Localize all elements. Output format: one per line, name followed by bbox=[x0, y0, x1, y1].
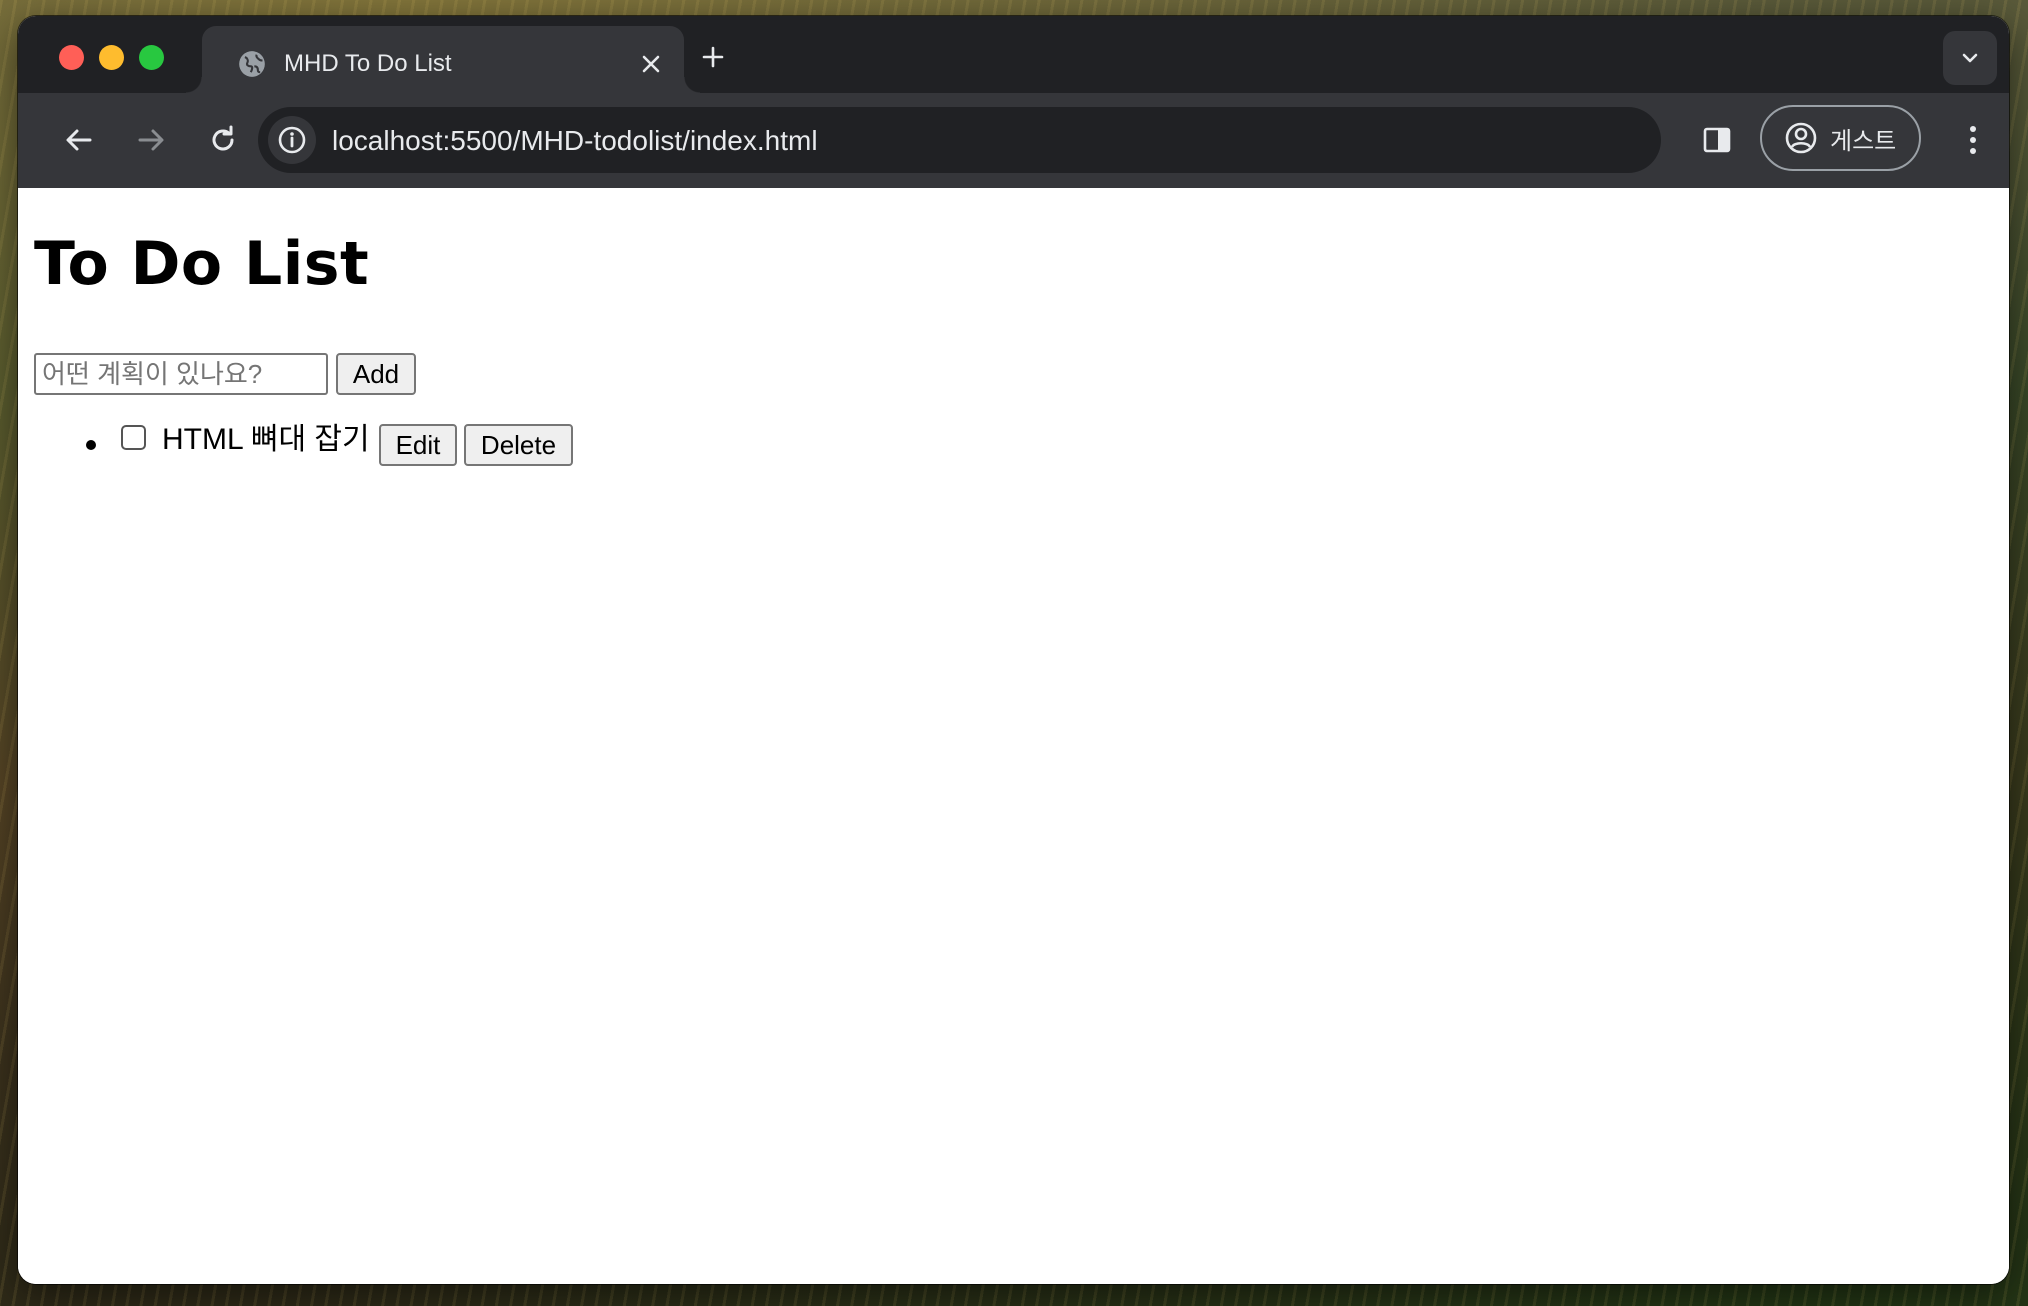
plus-icon[interactable] bbox=[694, 38, 732, 76]
page-content: To Do List Add HTML 뼈대 잡기 Edit Delete bbox=[18, 188, 2009, 1284]
page-title: To Do List bbox=[34, 229, 370, 299]
delete-button[interactable]: Delete bbox=[464, 424, 573, 466]
browser-window: MHD To Do List localhost:5500/MHD-todoli… bbox=[18, 16, 2009, 1284]
list-item: HTML 뼈대 잡기 Edit Delete bbox=[18, 423, 578, 466]
profile-label: 게스트 bbox=[1830, 127, 1897, 155]
bullet bbox=[86, 440, 96, 450]
tab-title: MHD To Do List bbox=[284, 50, 452, 77]
globe-icon bbox=[239, 51, 265, 77]
close-icon[interactable] bbox=[634, 47, 668, 81]
url-text: localhost:5500/MHD-todolist/index.html bbox=[332, 125, 818, 156]
tab-strip: MHD To Do List bbox=[18, 16, 2009, 93]
add-button[interactable]: Add bbox=[336, 353, 416, 395]
chevron-down-icon[interactable] bbox=[1943, 31, 1997, 85]
close-window-button[interactable] bbox=[59, 45, 84, 70]
browser-toolbar: localhost:5500/MHD-todolist/index.html 게… bbox=[18, 93, 2009, 188]
reload-icon[interactable] bbox=[200, 117, 246, 163]
kebab-menu-icon[interactable] bbox=[1950, 117, 1996, 163]
tab-active[interactable]: MHD To Do List bbox=[186, 26, 700, 93]
address-bar[interactable]: localhost:5500/MHD-todolist/index.html bbox=[258, 107, 1661, 173]
info-icon[interactable] bbox=[268, 116, 316, 164]
minimize-window-button[interactable] bbox=[99, 45, 124, 70]
maximize-window-button[interactable] bbox=[139, 45, 164, 70]
todo-text: HTML 뼈대 잡기 bbox=[162, 423, 370, 456]
todo-input[interactable] bbox=[34, 353, 328, 395]
edit-button[interactable]: Edit bbox=[379, 424, 457, 466]
side-panel-icon[interactable] bbox=[1694, 117, 1740, 163]
todo-checkbox[interactable] bbox=[121, 425, 146, 450]
arrow-right-icon[interactable] bbox=[128, 117, 174, 163]
arrow-left-icon[interactable] bbox=[56, 117, 102, 163]
profile-button[interactable]: 게스트 bbox=[1760, 105, 1921, 171]
profile-icon bbox=[1785, 122, 1817, 154]
